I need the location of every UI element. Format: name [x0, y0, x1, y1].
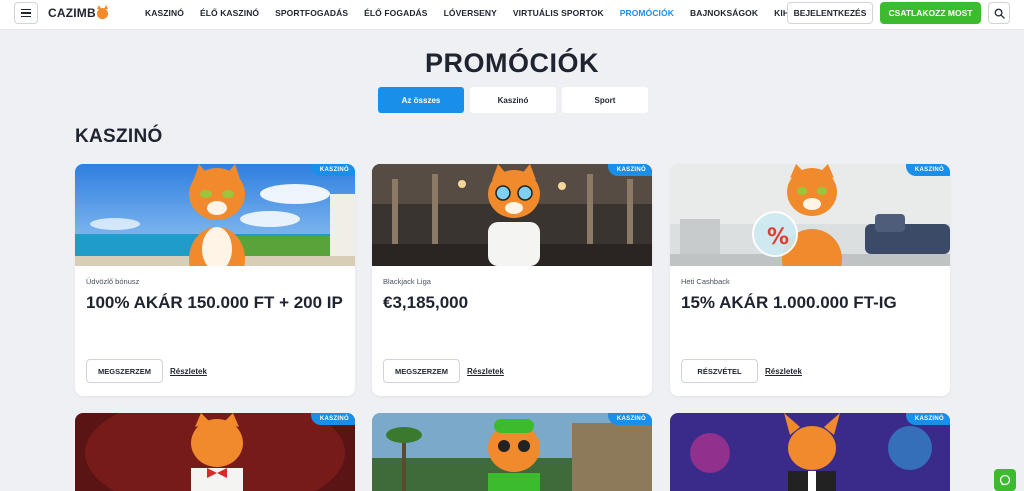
nav-item-elo-kaszino[interactable]: ÉLŐ KASZINÓ: [200, 8, 259, 18]
top-header: CAZIMB KASZINÓ ÉLŐ KASZINÓ SPORTFOGADÁS …: [0, 0, 1024, 30]
nav-item-promociok[interactable]: PROMÓCIÓK: [620, 8, 674, 18]
filter-tabs: Az összes Kaszinó Sport: [378, 87, 648, 113]
hamburger-menu-icon[interactable]: [14, 2, 38, 24]
section-title: KASZINÓ: [75, 126, 163, 147]
nav-item-sportfogadas[interactable]: SPORTFOGADÁS: [275, 8, 348, 18]
category-badge: KASZINÓ: [310, 413, 355, 425]
nav-item-virtualis-sportok[interactable]: VIRTUÁLIS SPORTOK: [513, 8, 604, 18]
promo-card-row2-2[interactable]: KASZINÓ: [372, 413, 652, 491]
promo-subtitle: Blackjack Liga: [383, 277, 431, 286]
site-logo[interactable]: CAZIMB: [48, 4, 108, 20]
promo-image-living-room[interactable]: % KASZINÓ: [670, 164, 950, 266]
promo-card-welcome: KASZINÓ Üdvözlő bónusz 100% AKÁR 150.000…: [75, 164, 355, 396]
promo-subtitle: Üdvözlő bónusz: [86, 277, 140, 286]
participate-button[interactable]: RÉSZVÉTEL: [681, 359, 758, 383]
logo-text: CAZIMB: [48, 6, 96, 20]
cat-logo-icon: [96, 4, 108, 19]
join-now-button[interactable]: CSATLAKOZZ MOST: [880, 2, 981, 24]
claim-button[interactable]: MEGSZERZEM: [86, 359, 163, 383]
promo-title: 100% AKÁR 150.000 FT + 200 IP: [86, 293, 343, 312]
promo-card-cashback: % KASZINÓ Heti Cashback 15% AKÁR 1.000.0…: [670, 164, 950, 396]
details-link[interactable]: Részletek: [765, 367, 802, 376]
nav-item-elo-fogadas[interactable]: ÉLŐ FOGADÁS: [364, 8, 427, 18]
svg-text:%: %: [767, 225, 789, 250]
category-badge: KASZINÓ: [310, 164, 355, 176]
promo-image-casino-hall[interactable]: KASZINÓ: [372, 164, 652, 266]
category-badge: KASZINÓ: [607, 164, 652, 176]
details-link[interactable]: Részletek: [170, 367, 207, 376]
category-badge: KASZINÓ: [905, 413, 950, 425]
chat-icon[interactable]: [994, 469, 1016, 491]
search-icon[interactable]: [988, 2, 1010, 24]
promo-card-blackjack: KASZINÓ Blackjack Liga €3,185,000 MEGSZE…: [372, 164, 652, 396]
promo-title: 15% AKÁR 1.000.000 FT-IG: [681, 293, 897, 312]
main-nav: KASZINÓ ÉLŐ KASZINÓ SPORTFOGADÁS ÉLŐ FOG…: [145, 8, 838, 18]
category-badge: KASZINÓ: [607, 413, 652, 425]
page-title: PROMÓCIÓK: [424, 48, 599, 78]
nav-item-kaszino[interactable]: KASZINÓ: [145, 8, 184, 18]
promo-card-row2-3[interactable]: KASZINÓ: [670, 413, 950, 491]
nav-item-loverseny[interactable]: LÓVERSENY: [444, 8, 497, 18]
tab-sport[interactable]: Sport: [562, 87, 648, 113]
details-link[interactable]: Részletek: [467, 367, 504, 376]
promo-card-row2-1[interactable]: KASZINÓ: [75, 413, 355, 491]
promo-image-beach[interactable]: KASZINÓ: [75, 164, 355, 266]
tab-all[interactable]: Az összes: [378, 87, 464, 113]
login-button[interactable]: BEJELENTKEZÉS: [787, 2, 873, 24]
nav-item-bajnoksagok[interactable]: BAJNOKSÁGOK: [690, 8, 758, 18]
promo-title: €3,185,000: [383, 293, 469, 312]
claim-button[interactable]: MEGSZERZEM: [383, 359, 460, 383]
category-badge: KASZINÓ: [905, 164, 950, 176]
tab-kaszino[interactable]: Kaszinó: [470, 87, 556, 113]
promo-subtitle: Heti Cashback: [681, 277, 730, 286]
